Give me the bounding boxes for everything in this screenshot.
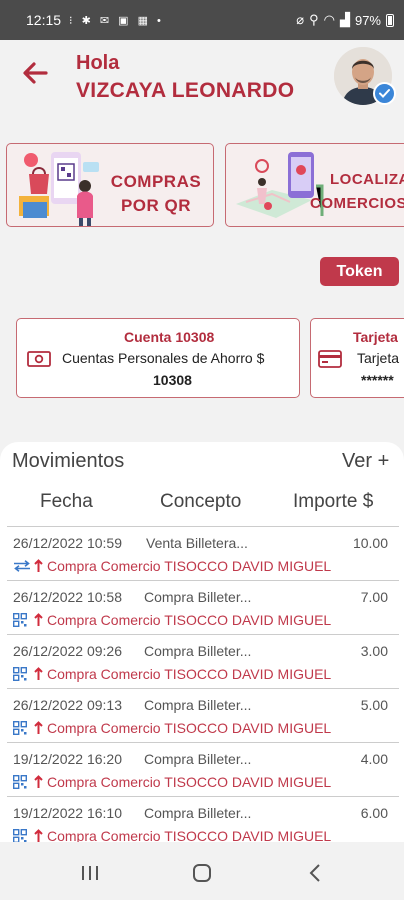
row-detail-text: Compra Comercio TISOCCO DAVID MIGUEL [47, 828, 332, 842]
table-row[interactable]: 26/12/2022 10:58 Compra Billeter... 7.00… [7, 580, 399, 634]
notification-icons: ⁝ ✱ ✉ ▣ ▦ • [69, 14, 164, 27]
arrow-up-icon [34, 667, 43, 681]
header: Hola VIZCAYA LEONARDO [0, 40, 404, 130]
home-icon [193, 864, 211, 882]
table-row[interactable]: 19/12/2022 16:10 Compra Billeter... 6.00… [7, 796, 399, 842]
arrow-up-icon [34, 775, 43, 789]
mute-icon: ⌀ [296, 12, 305, 27]
greeting-hello: Hola [76, 52, 120, 74]
locate-stores-card[interactable]: LOCALIZA COMERCIOS [225, 143, 404, 227]
row-detail-text: Compra Comercio TISOCCO DAVID MIGUEL [47, 612, 332, 628]
qr-icon [13, 775, 31, 789]
account-description: Cuentas Personales de Ahorro $ [62, 350, 265, 366]
transfer-icon [13, 559, 31, 573]
account-title: Cuenta 10308 [124, 329, 215, 345]
status-time: 12:15 [26, 12, 62, 28]
movements-list: 26/12/2022 10:59 Venta Billetera... 10.0… [7, 526, 399, 842]
locate-stores-line2: COMERCIOS [310, 195, 404, 212]
qr-icon [13, 667, 31, 681]
qr-shopping-illustration [19, 152, 99, 226]
row-detail: Compra Comercio TISOCCO DAVID MIGUEL [13, 774, 331, 790]
row-detail: Compra Comercio TISOCCO DAVID MIGUEL [13, 720, 331, 736]
column-amount: Importe $ [293, 491, 374, 512]
arrow-up-icon [34, 829, 43, 842]
system-back-button[interactable] [305, 862, 327, 884]
movements-title: Movimientos [12, 450, 125, 472]
card-title: Tarjeta [353, 329, 398, 345]
row-detail: Compra Comercio TISOCCO DAVID MIGUEL [13, 612, 331, 628]
wifi-icon: ◠ [323, 12, 335, 27]
system-nav-bar [0, 845, 404, 900]
qr-icon [13, 721, 31, 735]
movements-panel: Movimientos Ver + Fecha Concepto Importe… [0, 442, 404, 842]
arrow-up-icon [34, 559, 43, 573]
back-button[interactable] [20, 58, 50, 88]
recent-apps-button[interactable] [79, 862, 101, 884]
row-detail-text: Compra Comercio TISOCCO DAVID MIGUEL [47, 558, 332, 574]
table-row[interactable]: 26/12/2022 10:59 Venta Billetera... 10.0… [7, 526, 399, 580]
account-number: 10308 [153, 372, 192, 388]
card-description: Tarjeta [357, 350, 400, 366]
row-date: 26/12/2022 10:59 [13, 535, 122, 551]
qr-icon [13, 613, 31, 627]
locate-stores-line1: LOCALIZA [330, 171, 404, 188]
verified-badge-icon [373, 82, 396, 105]
row-concept: Compra Billeter... [144, 589, 252, 605]
row-amount: 3.00 [360, 643, 388, 659]
row-amount: 7.00 [360, 589, 388, 605]
row-detail-text: Compra Comercio TISOCCO DAVID MIGUEL [47, 666, 332, 682]
row-concept: Compra Billeter... [144, 805, 252, 821]
column-date: Fecha [40, 491, 93, 512]
battery-icon [386, 13, 394, 27]
qr-purchase-line1: COMPRAS [110, 172, 202, 191]
row-amount: 10.00 [352, 535, 388, 551]
row-date: 19/12/2022 16:10 [13, 805, 122, 821]
signal-icon: ▟ [339, 12, 350, 27]
qr-icon [13, 829, 31, 842]
row-date: 26/12/2022 09:13 [13, 697, 122, 713]
row-date: 19/12/2022 16:20 [13, 751, 122, 767]
arrow-up-icon [34, 613, 43, 627]
status-right: ⌀ ⚲ ◠ ▟ 97% [296, 12, 394, 28]
card-number: ****** [361, 372, 394, 388]
row-detail: Compra Comercio TISOCCO DAVID MIGUEL [13, 828, 331, 842]
table-row[interactable]: 26/12/2022 09:13 Compra Billeter... 5.00… [7, 688, 399, 742]
row-amount: 4.00 [360, 751, 388, 767]
locate-stores-label: LOCALIZA COMERCIOS [310, 168, 404, 216]
row-concept: Venta Billetera... [146, 535, 248, 551]
account-card-savings[interactable]: Cuenta 10308 Cuentas Personales de Ahorr… [16, 318, 300, 398]
chevron-left-icon [309, 864, 320, 882]
qr-purchase-card[interactable]: COMPRAS POR QR [6, 143, 214, 227]
row-date: 26/12/2022 10:58 [13, 589, 122, 605]
back-arrow-icon [23, 62, 48, 84]
see-more-link[interactable]: Ver + [342, 450, 389, 473]
user-name: VIZCAYA LEONARDO [76, 79, 295, 102]
row-concept: Compra Billeter... [144, 751, 252, 767]
location-icon: ⚲ [309, 12, 319, 27]
column-concept: Concepto [160, 491, 242, 512]
table-row[interactable]: 19/12/2022 16:20 Compra Billeter... 4.00… [7, 742, 399, 796]
qr-purchase-label: COMPRAS POR QR [101, 170, 211, 218]
row-concept: Compra Billeter... [144, 697, 252, 713]
home-button[interactable] [191, 862, 213, 884]
table-row[interactable]: 26/12/2022 09:26 Compra Billeter... 3.00… [7, 634, 399, 688]
recent-apps-icon [82, 866, 98, 880]
row-detail: Compra Comercio TISOCCO DAVID MIGUEL [13, 666, 331, 682]
banknote-icon [27, 351, 51, 367]
row-detail-text: Compra Comercio TISOCCO DAVID MIGUEL [47, 774, 332, 790]
qr-purchase-line2: POR QR [120, 196, 192, 215]
greeting: Hola VIZCAYA LEONARDO [76, 50, 294, 104]
token-button[interactable]: Token [320, 257, 399, 286]
account-card-card[interactable]: Tarjeta Tarjeta ****** [310, 318, 404, 398]
status-bar: 12:15 ⁝ ✱ ✉ ▣ ▦ • ⌀ ⚲ ◠ ▟ 97% [0, 0, 404, 40]
battery-percent: 97% [354, 12, 381, 28]
row-concept: Compra Billeter... [144, 643, 252, 659]
row-detail-text: Compra Comercio TISOCCO DAVID MIGUEL [47, 720, 332, 736]
row-detail: Compra Comercio TISOCCO DAVID MIGUEL [13, 558, 331, 574]
row-amount: 5.00 [360, 697, 388, 713]
row-date: 26/12/2022 09:26 [13, 643, 122, 659]
row-amount: 6.00 [360, 805, 388, 821]
credit-card-icon [318, 350, 342, 368]
arrow-up-icon [34, 721, 43, 735]
